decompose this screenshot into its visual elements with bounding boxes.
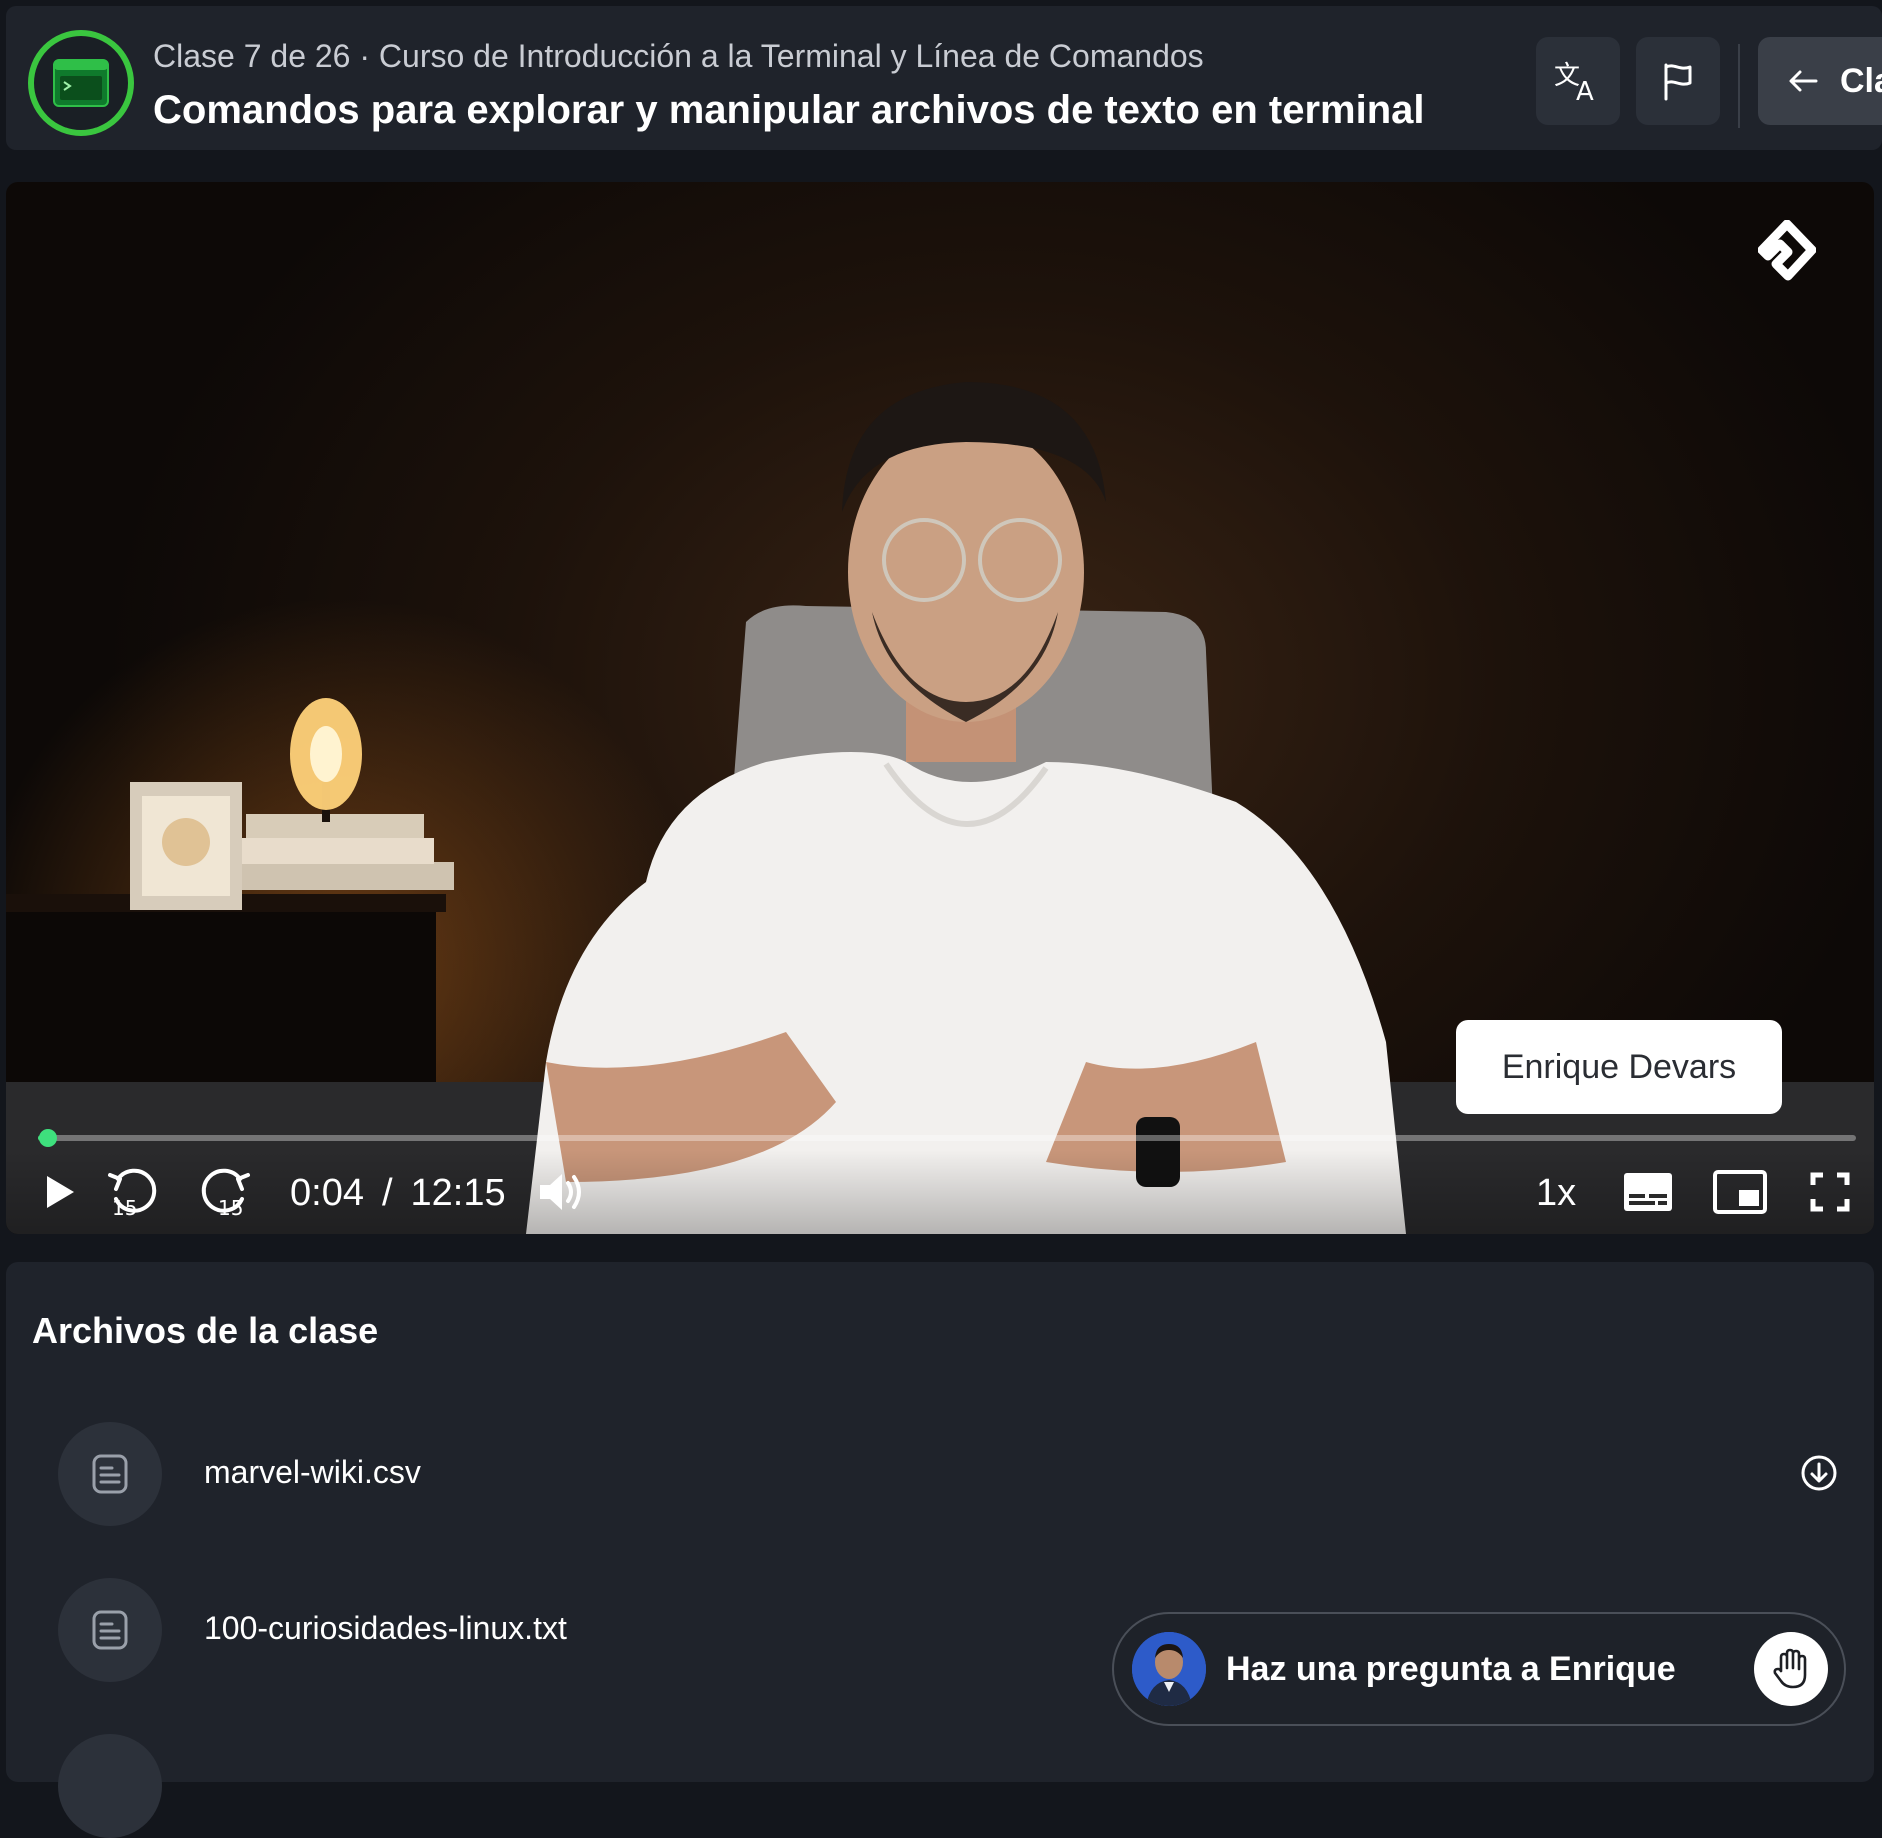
- report-button[interactable]: [1636, 37, 1720, 125]
- ask-question-button[interactable]: Haz una pregunta a Enrique: [1112, 1612, 1846, 1726]
- course-meta[interactable]: Clase 7 de 26 · Curso de Introducción a …: [153, 38, 1204, 75]
- header-divider: [1738, 44, 1740, 128]
- flag-icon: [1664, 63, 1692, 101]
- document-icon: [58, 1422, 162, 1526]
- translate-button[interactable]: 文 A: [1536, 37, 1620, 125]
- fullscreen-icon: [1810, 1172, 1850, 1212]
- time-separator: /: [381, 1172, 393, 1214]
- fullscreen-button[interactable]: [1800, 1162, 1860, 1222]
- class-header: Clase 7 de 26 · Curso de Introducción a …: [6, 6, 1882, 150]
- progress-handle[interactable]: [38, 1129, 57, 1147]
- raised-hand-icon: [1754, 1632, 1828, 1706]
- playback-speed-button[interactable]: 1x: [1536, 1172, 1576, 1215]
- forward-15-button[interactable]: 15: [194, 1162, 256, 1222]
- current-time: 0:04: [290, 1172, 364, 1214]
- platzi-logo-icon: [1758, 220, 1816, 281]
- ask-question-label: Haz una pregunta a Enrique: [1226, 1650, 1676, 1688]
- translate-icon: 文 A: [1554, 61, 1594, 104]
- rewind-icon: 15: [108, 1168, 157, 1219]
- forward-seconds: 15: [218, 1196, 243, 1219]
- terminal-window-icon: [53, 59, 109, 107]
- previous-class-label: Cla: [1840, 61, 1882, 100]
- duration: 12:15: [410, 1172, 506, 1214]
- presenter-name-tag: Enrique Devars: [1456, 1020, 1782, 1114]
- time-display: 0:04 / 12:15: [290, 1172, 506, 1215]
- player-controls: 15 15 0:04 / 12:15 1x: [6, 1150, 1874, 1234]
- previous-class-button[interactable]: Cla: [1758, 37, 1882, 125]
- forward-icon: 15: [201, 1168, 250, 1219]
- volume-button[interactable]: [532, 1162, 588, 1222]
- play-icon: [47, 1176, 74, 1208]
- captions-button[interactable]: [1618, 1162, 1678, 1222]
- rewind-15-button[interactable]: 15: [102, 1162, 164, 1222]
- download-icon[interactable]: [1800, 1454, 1838, 1492]
- file-name[interactable]: 100-curiosidades-linux.txt: [204, 1610, 567, 1647]
- file-name[interactable]: marvel-wiki.csv: [204, 1454, 421, 1491]
- document-icon: [58, 1578, 162, 1682]
- svg-text:A: A: [1576, 77, 1594, 104]
- avatar: [1132, 1632, 1206, 1706]
- file-row[interactable]: marvel-wiki.csv: [58, 1422, 1838, 1526]
- rewind-seconds: 15: [112, 1196, 137, 1219]
- picture-in-picture-button[interactable]: [1710, 1162, 1770, 1222]
- course-badge[interactable]: [28, 30, 134, 136]
- volume-icon: [540, 1174, 581, 1210]
- progress-bar[interactable]: [38, 1129, 1856, 1147]
- arrow-left-icon: [1789, 70, 1818, 92]
- video-player[interactable]: Enrique Devars 15 15 0:04 / 12:15 1x: [6, 182, 1874, 1234]
- picture-in-picture-icon: [1713, 1170, 1767, 1214]
- play-button[interactable]: [30, 1162, 90, 1222]
- captions-icon: [1624, 1173, 1672, 1211]
- class-files-title: Archivos de la clase: [32, 1310, 379, 1351]
- class-title: Comandos para explorar y manipular archi…: [153, 88, 1425, 132]
